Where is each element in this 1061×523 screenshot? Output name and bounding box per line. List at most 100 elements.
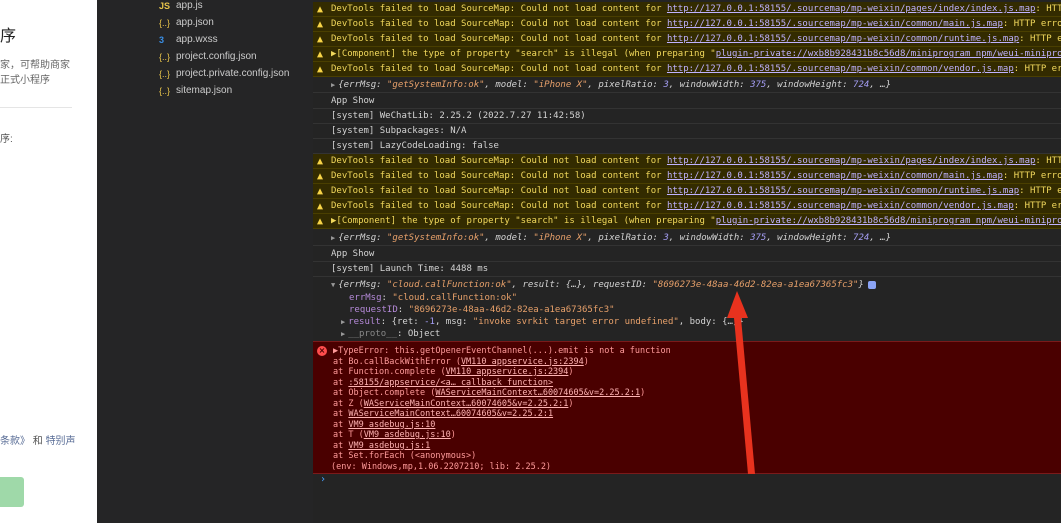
obj-text: {errMsg: [338, 233, 387, 243]
console-warning[interactable]: ▲ DevTools failed to load SourceMap: Coul… [313, 17, 1061, 32]
obj-text: , result: {…}, requestID: [511, 280, 653, 290]
component-link[interactable]: plugin-private://wxb8b928431b8c56d8/mini… [716, 49, 1061, 59]
terms-line: 条款》 和 特别声 [0, 432, 76, 447]
json-icon: {..} [159, 17, 171, 28]
expand-triangle-icon[interactable]: ▶ [331, 81, 335, 89]
sourcemap-link[interactable]: http://127.0.0.1:58155/.sourcemap/mp-wei… [667, 34, 1019, 44]
file-item[interactable]: {..} project.private.config.json [159, 65, 289, 82]
warning-icon: ▲ [317, 171, 324, 182]
file-name: project.private.config.json [176, 68, 290, 79]
confirm-button[interactable] [0, 477, 24, 507]
sourcemap-link[interactable]: http://127.0.0.1:58155/.sourcemap/mp-wei… [667, 4, 1035, 14]
obj-number: 724 [853, 80, 870, 90]
info-badge-icon[interactable] [867, 280, 876, 289]
expand-triangle-icon[interactable]: ▶ [331, 234, 335, 242]
console-error[interactable]: × ▶TypeError: this.getOpenerEventChannel… [313, 341, 1061, 474]
console-warning[interactable]: ▲ ▶[Component] the type of property "sear… [313, 47, 1061, 62]
warning-suffix: : HTTP error: status [1002, 19, 1061, 29]
console-warning[interactable]: ▲ ▶[Component] the type of property "sear… [313, 214, 1061, 229]
obj-string: "getSystemInfo:ok" [387, 80, 485, 90]
stack-frame: at Object.complete (WAServiceMainContext… [333, 388, 646, 398]
file-name: app.wxss [176, 34, 218, 45]
stack-link[interactable]: WAServiceMainContext…60074605&v=2.25.2:1 [435, 388, 640, 398]
warning-text: DevTools failed to load SourceMap: Could… [331, 156, 667, 166]
terms-link[interactable]: 条款》 [0, 436, 30, 447]
file-item[interactable]: {..} project.config.json [159, 48, 257, 65]
stack-link[interactable]: VM9 asdebug.js:10 [364, 430, 451, 440]
pane-title: 序 [0, 28, 17, 45]
prop-text: , body: {…}} [678, 317, 744, 327]
warning-text: ▶[Component] the type of property "searc… [331, 49, 716, 59]
console-object-row[interactable]: ▶ {errMsg: "getSystemInfo:ok", model: "iP… [313, 231, 1061, 246]
warning-icon: ▲ [317, 216, 324, 227]
console-log: [system] LazyCodeLoading: false [313, 139, 1061, 154]
component-link[interactable]: plugin-private://wxb8b928431b8c56d8/mini… [716, 216, 1061, 226]
obj-text: } [858, 280, 864, 290]
sourcemap-link[interactable]: http://127.0.0.1:58155/.sourcemap/mp-wei… [667, 171, 1003, 181]
prop-key: result [348, 317, 381, 327]
json-icon: {..} [159, 68, 171, 79]
sourcemap-link[interactable]: http://127.0.0.1:58155/.sourcemap/mp-wei… [667, 64, 1014, 74]
stack-link[interactable]: WAServiceMainContext…60074605&v=2.25.2:1 [348, 409, 553, 419]
warning-suffix: : HTTP error: status [1002, 171, 1061, 181]
prop-number: -1 [424, 317, 435, 327]
console-warning[interactable]: ▲ DevTools failed to load SourceMap: Coul… [313, 2, 1061, 17]
sourcemap-link[interactable]: http://127.0.0.1:58155/.sourcemap/mp-wei… [667, 19, 1003, 29]
obj-string: "8696273e-48aa-46d2-82ea-a1ea67365fc3" [652, 280, 859, 290]
sourcemap-link[interactable]: http://127.0.0.1:58155/.sourcemap/mp-wei… [667, 186, 1019, 196]
console-log: [system] Launch Time: 4488 ms [313, 262, 1061, 277]
console-warning[interactable]: ▲ DevTools failed to load SourceMap: Coul… [313, 154, 1061, 169]
pane-description: 家，可帮助商家 正式小程序 [0, 58, 95, 88]
warning-icon: ▲ [317, 4, 324, 15]
file-item[interactable]: {..} app.json [159, 14, 214, 31]
obj-text: {errMsg: [338, 80, 387, 90]
file-item[interactable]: 3 app.wxss [159, 31, 218, 48]
error-env: (env: Windows,mp,1.06.2207210; lib: 2.25… [331, 461, 552, 472]
obj-text: {errMsg: [338, 280, 387, 290]
file-explorer: JS app.js {..} app.json 3 app.wxss {..} proj… [97, 0, 313, 523]
file-item[interactable]: {..} sitemap.json [159, 82, 232, 99]
warning-icon: ▲ [317, 186, 324, 197]
sourcemap-link[interactable]: http://127.0.0.1:58155/.sourcemap/mp-wei… [667, 201, 1014, 211]
warning-suffix: : HTTP error: status [1035, 4, 1061, 14]
console-object-row[interactable]: ▼ {errMsg: "cloud.callFunction:ok", resul… [313, 278, 1061, 293]
prop-text: , msg: [434, 317, 473, 327]
console-warning[interactable]: ▲ DevTools failed to load SourceMap: Coul… [313, 199, 1061, 214]
obj-text: , pixelRatio: [587, 233, 664, 243]
stack-link[interactable]: :58155/appservice/<a… callback function> [348, 378, 553, 388]
warning-text: DevTools failed to load SourceMap: Could… [331, 64, 667, 74]
console-warning[interactable]: ▲ DevTools failed to load SourceMap: Coul… [313, 62, 1061, 77]
obj-number: 724 [853, 233, 870, 243]
prop-key: errMsg [349, 293, 382, 303]
special-statement-link[interactable]: 特别声 [46, 436, 76, 447]
stack-link[interactable]: VM9 asdebug.js:10 [348, 420, 435, 430]
console-object-row[interactable]: ▶ {errMsg: "getSystemInfo:ok", model: "iP… [313, 78, 1061, 93]
collapse-triangle-icon[interactable]: ▼ [331, 281, 335, 289]
prop-key: requestID [349, 305, 398, 315]
stack-link[interactable]: VM110 appservice.js:2394 [461, 357, 584, 367]
stack-link[interactable]: VM9 asdebug.js:1 [348, 441, 430, 451]
warning-suffix: : HTTP error: status [1035, 156, 1061, 166]
warning-text: DevTools failed to load SourceMap: Could… [331, 201, 667, 211]
console-warning[interactable]: ▲ DevTools failed to load SourceMap: Coul… [313, 32, 1061, 47]
obj-text: , …} [869, 80, 891, 90]
stack-link[interactable]: VM110 appservice.js:2394 [446, 367, 569, 377]
sourcemap-link[interactable]: http://127.0.0.1:58155/.sourcemap/mp-wei… [667, 156, 1035, 166]
file-name: sitemap.json [176, 85, 233, 96]
expand-triangle-icon[interactable]: ▶ [341, 318, 345, 326]
console-log: App Show [313, 94, 1061, 109]
stack-frame: at WAServiceMainContext…60074605&v=2.25.… [333, 409, 554, 419]
console-warning[interactable]: ▲ DevTools failed to load SourceMap: Coul… [313, 184, 1061, 199]
file-item[interactable]: JS app.js [159, 0, 203, 14]
object-property[interactable]: ▶ __proto__: Object [341, 328, 440, 341]
prop-value: "invoke svrkit target error undefined" [472, 317, 679, 327]
stack-link[interactable]: WAServiceMainContext…60074605&v=2.25.2:1 [364, 399, 569, 409]
expand-triangle-icon[interactable]: ▶ [341, 330, 345, 338]
obj-number: 375 [750, 233, 767, 243]
console-prompt[interactable]: › [320, 474, 326, 485]
json-icon: {..} [159, 51, 171, 62]
obj-text: , pixelRatio: [587, 80, 664, 90]
prop-value: "cloud.callFunction:ok" [392, 293, 517, 303]
console-warning[interactable]: ▲ DevTools failed to load SourceMap: Coul… [313, 169, 1061, 184]
stack-frame: at Function.complete (VM110 appservice.j… [333, 367, 574, 377]
